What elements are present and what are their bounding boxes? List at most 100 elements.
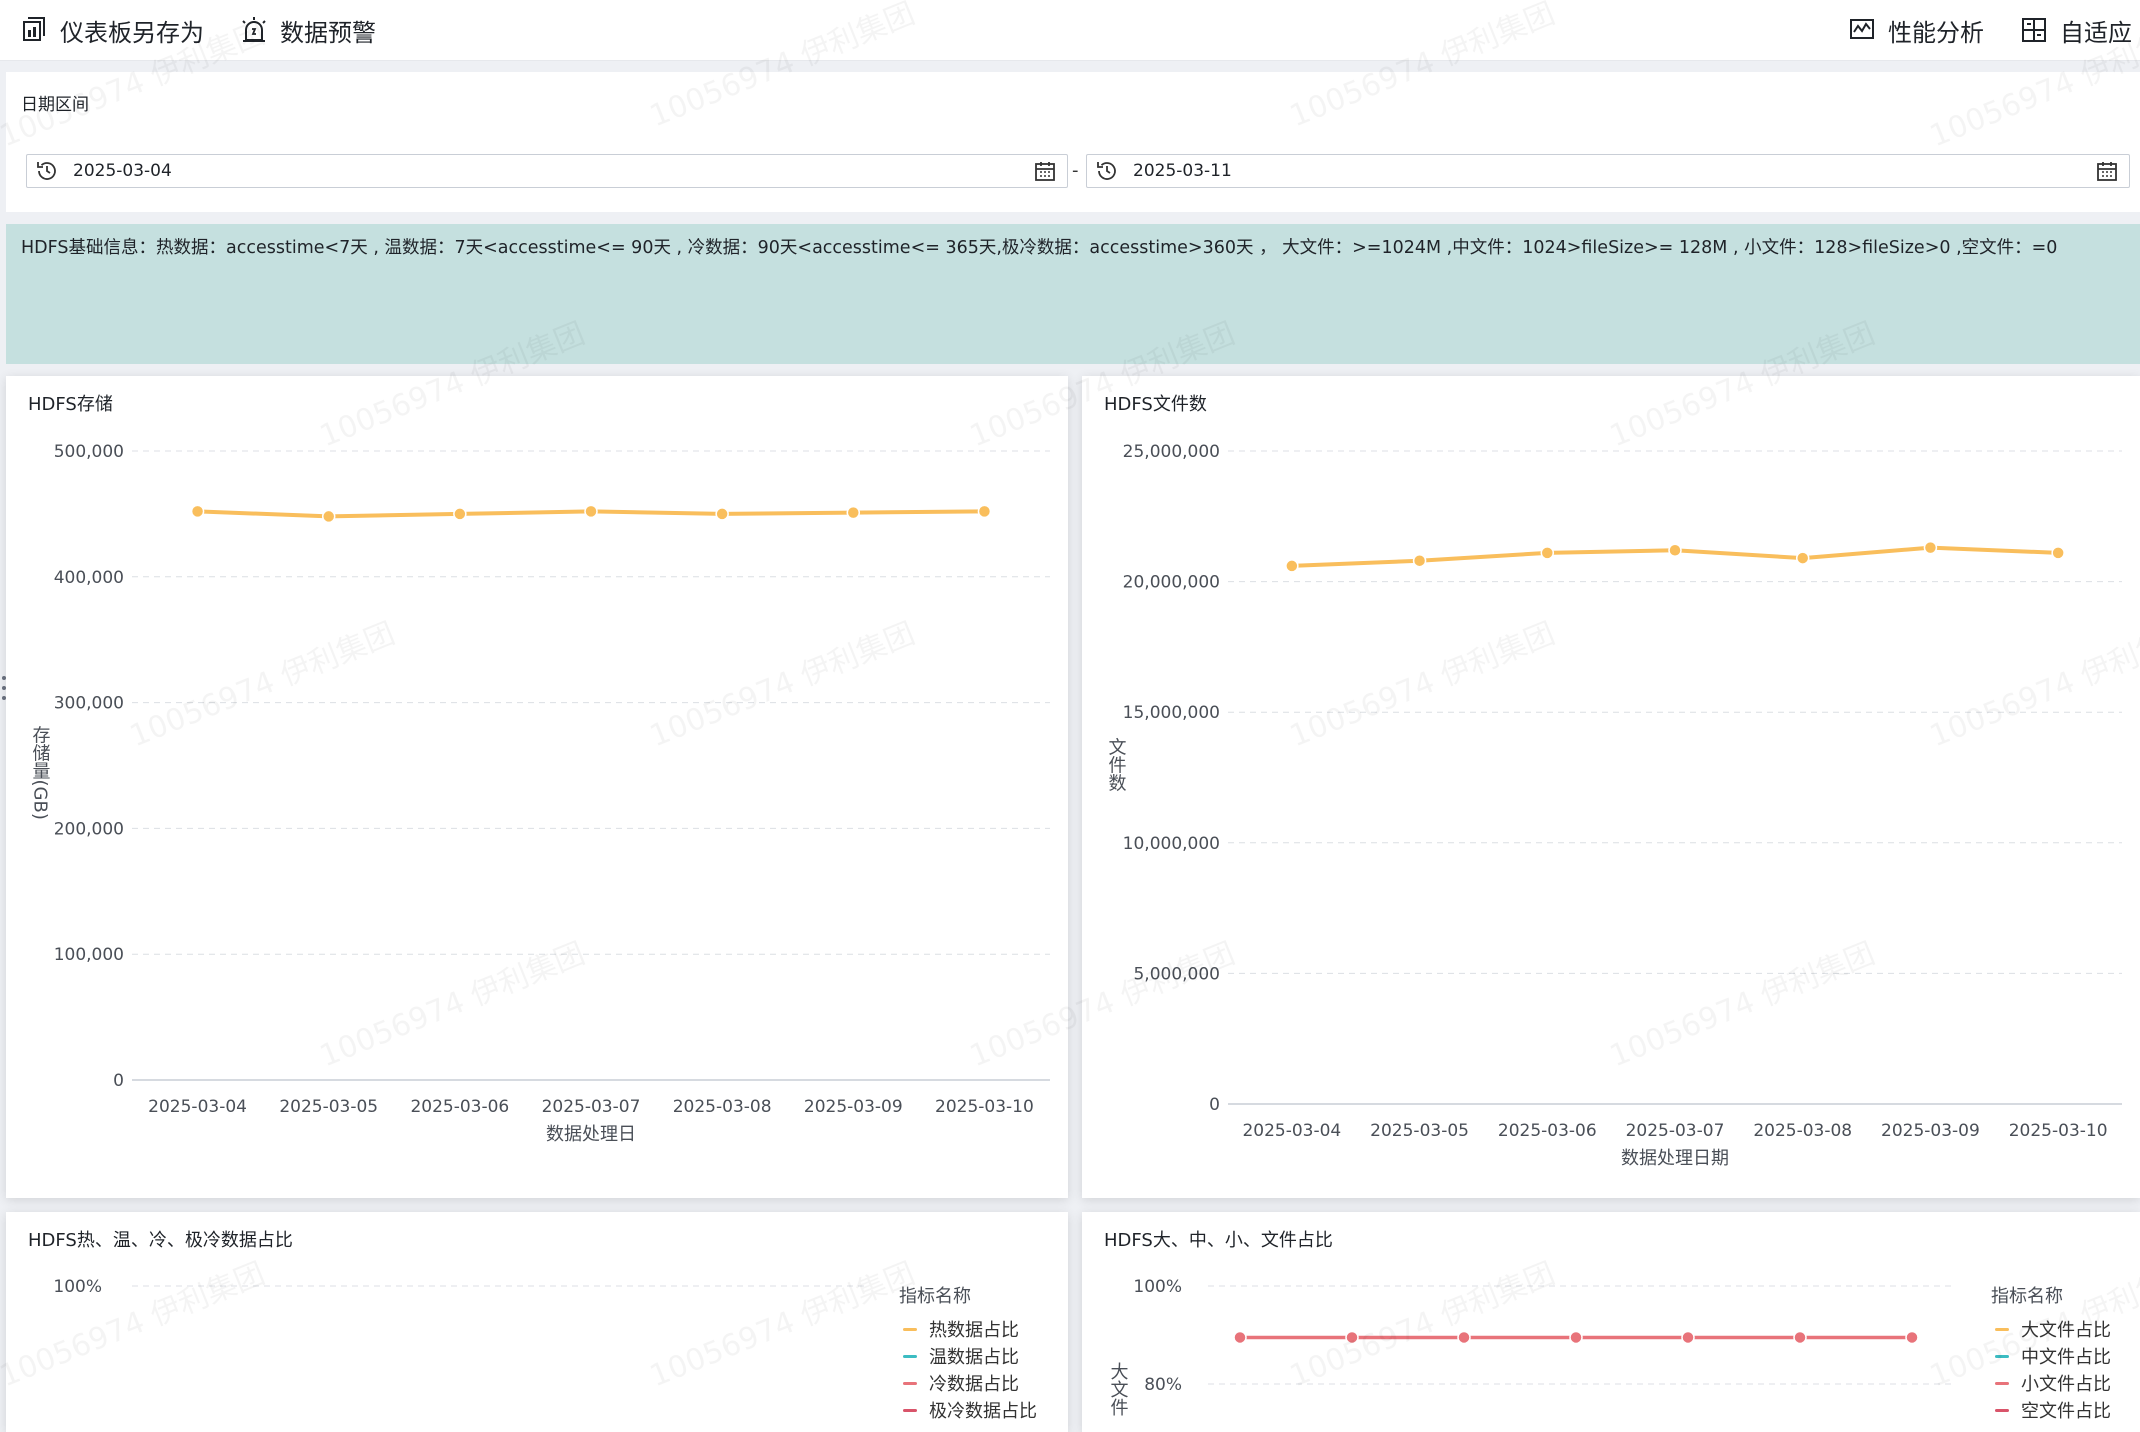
legend-item-frozen[interactable]: 极冷数据占比 [903, 1397, 1037, 1423]
data-alert-label: 数据预警 [280, 18, 376, 47]
data-point [1681, 1330, 1695, 1345]
end-date-input[interactable]: 2025-03-11 [1086, 154, 2130, 188]
data-point [1795, 551, 1810, 565]
y-tick-label: 100% [53, 1277, 102, 1297]
adaptive-label: 自适应 [2060, 18, 2132, 47]
y-tick-label: 200,000 [54, 819, 124, 839]
x-tick-label: 2025-03-04 [1242, 1121, 1341, 1141]
legend-label: 热数据占比 [929, 1320, 1019, 1341]
legend-label: 极冷数据占比 [929, 1401, 1037, 1422]
x-tick-label: 2025-03-07 [1626, 1121, 1725, 1141]
legend-item-large[interactable]: 大文件占比 [1995, 1316, 2111, 1342]
data-point [1233, 1330, 1247, 1345]
save-as-label: 仪表板另存为 [60, 18, 204, 47]
hdfs-info-text: HDFS基础信息：热数据：accesstime<7天 , 温数据：7天<acce… [21, 238, 2058, 258]
calendar-icon[interactable] [1033, 159, 1057, 183]
alarm-icon [242, 17, 266, 42]
x-tick-label: 2025-03-10 [2009, 1121, 2108, 1141]
end-date-value: 2025-03-11 [1133, 161, 1232, 181]
y-axis-label: 存储量(GB) [30, 725, 51, 820]
hdfs-file-count-chart-panel: HDFS文件数 0 5,000,000 10,000,000 15,000,000 20… [1082, 376, 2140, 1198]
adaptive-button[interactable]: 自适应 [2020, 12, 2132, 48]
legend-label: 空文件占比 [2021, 1401, 2111, 1422]
legend-item-medium[interactable]: 中文件占比 [1995, 1343, 2111, 1369]
data-point [715, 507, 729, 521]
y-axis-label: 文件数 [1106, 737, 1127, 791]
hdfs-storage-chart-panel: HDFS存储 0 100,000 200,000 300,000 400,000 500,… [6, 376, 1068, 1198]
legend-label: 中文件占比 [2021, 1347, 2111, 1368]
data-point [2051, 546, 2065, 560]
y-tick-label: 300,000 [54, 694, 124, 714]
hdfs-temperature-ratio-chart-panel: HDFS热、温、冷、极冷数据占比 100% 指标名称 热数据占比 温数据占比 冷… [6, 1212, 1068, 1432]
x-tick-label: 2025-03-08 [673, 1097, 772, 1117]
legend-item-warm[interactable]: 温数据占比 [903, 1343, 1019, 1369]
x-tick-label: 2025-03-04 [148, 1097, 247, 1117]
legend-label: 冷数据占比 [929, 1374, 1019, 1395]
adaptive-layout-icon [2022, 18, 2046, 42]
start-date-value: 2025-03-04 [73, 161, 172, 181]
data-point [977, 504, 992, 519]
x-axis-label: 数据处理日 [546, 1124, 636, 1145]
legend-label: 温数据占比 [929, 1347, 1019, 1368]
x-tick-label: 2025-03-05 [1370, 1121, 1469, 1141]
hdfs-file-size-ratio-chart-panel: HDFS大、中、小、文件占比 100% 80% 大文件 指标名称 大文件占比 中文件… [1082, 1212, 2140, 1432]
y-tick-label: 20,000,000 [1123, 573, 1220, 593]
data-point [1457, 1330, 1471, 1345]
data-point [1668, 543, 1682, 558]
legend-title: 指标名称 [899, 1286, 971, 1307]
x-axis-label: 数据处理日期 [1621, 1148, 1729, 1169]
date-separator: - [1072, 160, 1079, 181]
save-as-button[interactable]: 仪表板另存为 [20, 12, 204, 48]
data-point [1923, 540, 1938, 555]
y-tick-label: 10,000,000 [1123, 834, 1220, 854]
top-toolbar: 仪表板另存为 数据预警 性能分析 自适应 [0, 0, 2140, 61]
data-point [190, 504, 205, 519]
y-tick-label: 0 [113, 1071, 124, 1091]
data-point [1345, 1330, 1359, 1345]
start-date-input[interactable]: 2025-03-04 [26, 154, 1068, 188]
x-tick-label: 2025-03-10 [935, 1097, 1034, 1117]
data-alert-button[interactable]: 数据预警 [240, 12, 376, 48]
y-tick-label: 80% [1144, 1375, 1182, 1395]
hdfs-info-banner: HDFS基础信息：热数据：accesstime<7天 , 温数据：7天<acce… [6, 224, 2140, 364]
hdfs-file-count-chart: 0 5,000,000 10,000,000 15,000,000 20,000,000… [1106, 442, 2122, 1169]
history-icon [37, 162, 56, 180]
x-tick-label: 2025-03-05 [279, 1097, 378, 1117]
date-range-label: 日期区间 [21, 95, 89, 115]
legend-item-small[interactable]: 小文件占比 [1995, 1370, 2111, 1396]
y-axis-label: 大文件 [1108, 1362, 1129, 1416]
x-tick-label: 2025-03-07 [542, 1097, 641, 1117]
performance-analysis-button[interactable]: 性能分析 [1848, 12, 1984, 48]
data-point [1412, 553, 1427, 568]
data-point [1569, 1330, 1583, 1345]
x-tick-label: 2025-03-06 [1498, 1121, 1597, 1141]
legend-item-cold[interactable]: 冷数据占比 [903, 1370, 1019, 1396]
data-point [453, 507, 467, 521]
y-tick-label: 100,000 [54, 945, 124, 965]
calendar-icon[interactable] [2095, 159, 2119, 183]
legend-item-hot[interactable]: 热数据占比 [903, 1316, 1019, 1342]
performance-analysis-label: 性能分析 [1888, 18, 1984, 47]
hdfs-file-size-ratio-chart: 100% 80% 大文件 [1108, 1277, 1952, 1416]
legend-item-empty[interactable]: 空文件占比 [1995, 1397, 2111, 1423]
data-point [1285, 559, 1299, 573]
y-tick-label: 0 [1209, 1095, 1220, 1115]
y-tick-label: 15,000,000 [1123, 703, 1220, 723]
y-tick-label: 5,000,000 [1133, 964, 1220, 984]
x-tick-label: 2025-03-06 [410, 1097, 509, 1117]
performance-chart-icon [1850, 19, 1874, 39]
hdfs-storage-chart: 0 100,000 200,000 300,000 400,000 500,000 2025… [30, 442, 1050, 1145]
data-point [1793, 1330, 1807, 1345]
legend-title: 指标名称 [1991, 1286, 2063, 1307]
legend-label: 小文件占比 [2021, 1374, 2111, 1395]
date-filter-panel: 日期区间 2025-03-04 - 2025-03-11 [6, 72, 2140, 212]
data-point [846, 505, 861, 520]
x-tick-label: 2025-03-08 [1753, 1121, 1852, 1141]
y-tick-label: 25,000,000 [1123, 442, 1220, 462]
legend-label: 大文件占比 [2021, 1320, 2111, 1341]
x-tick-label: 2025-03-09 [1881, 1121, 1980, 1141]
data-point [1905, 1330, 1919, 1345]
dashboard-save-icon [23, 17, 45, 41]
data-point [321, 509, 336, 524]
y-tick-label: 500,000 [54, 442, 124, 462]
